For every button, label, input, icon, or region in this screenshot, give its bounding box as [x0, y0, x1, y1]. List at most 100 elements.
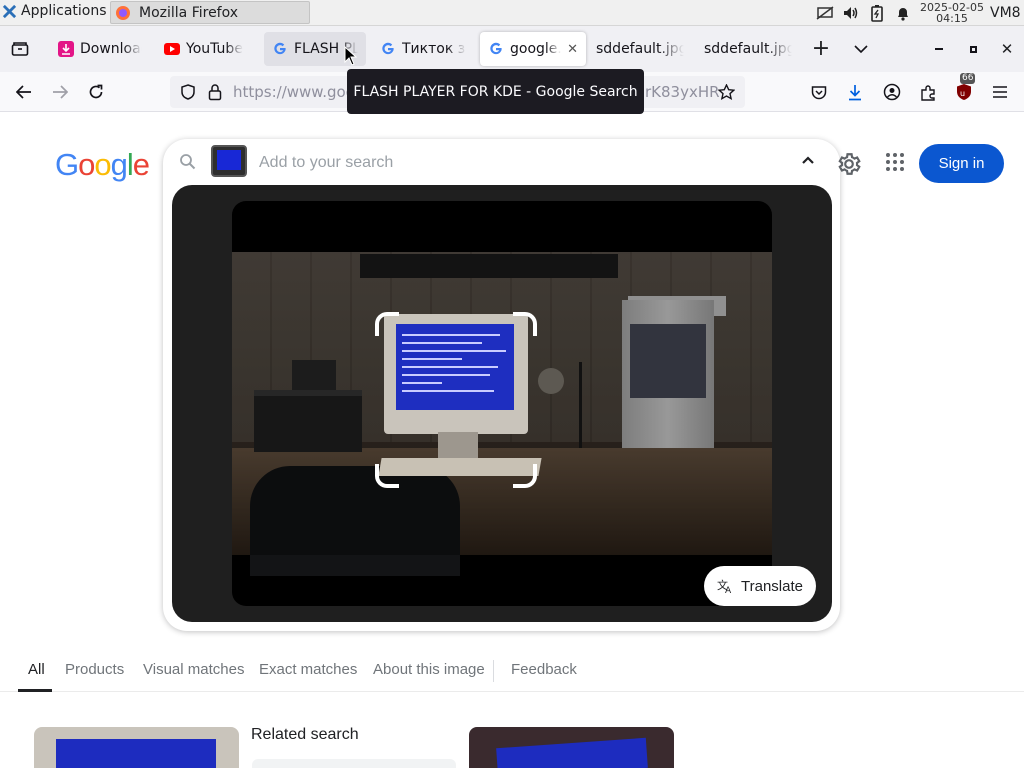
back-button[interactable] [8, 76, 40, 108]
filter-tab-visual-matches[interactable]: Visual matches [143, 661, 244, 678]
extension-badge: 66 [960, 73, 976, 84]
translate-icon: 文A [717, 578, 732, 594]
google-icon [488, 41, 504, 57]
downloads-button[interactable] [839, 76, 871, 108]
maximize-icon [969, 45, 977, 53]
crop-handle-bottom-right[interactable] [513, 464, 537, 488]
maximize-button[interactable] [956, 32, 990, 66]
plus-icon: + [811, 36, 831, 61]
firefox-view-button[interactable] [3, 32, 37, 66]
firefox-icon [116, 5, 130, 20]
chevron-up-icon[interactable] [799, 151, 817, 169]
tab-tooltip: FLASH PLAYER FOR KDE - Google Search [347, 69, 644, 114]
notifications-bell-icon[interactable] [890, 0, 916, 26]
pocket-button[interactable] [803, 76, 835, 108]
crop-handle-top-left[interactable] [375, 312, 399, 336]
minimize-button[interactable] [922, 32, 956, 66]
tab-youtube[interactable]: YouTube [156, 32, 256, 66]
app-menu-button[interactable] [984, 76, 1016, 108]
translate-label: Translate [741, 577, 803, 595]
battery-icon[interactable] [864, 0, 890, 26]
close-icon: ✕ [1000, 40, 1014, 58]
tab-sddefault-1[interactable]: sddefault.jpg [588, 32, 692, 66]
close-window-button[interactable]: ✕ [990, 32, 1024, 66]
search-input[interactable] [259, 151, 779, 175]
tab-downloads[interactable]: Downloads [50, 32, 150, 66]
tab-title: sddefault.jpg [704, 41, 792, 57]
lock-icon[interactable] [208, 83, 222, 101]
hamburger-menu-icon [993, 86, 1007, 98]
crop-handle-bottom-left[interactable] [375, 464, 399, 488]
filter-tab-products[interactable]: Products [65, 661, 124, 678]
reload-button[interactable] [80, 76, 112, 108]
google-icon [380, 41, 396, 57]
mouse-cursor-icon [344, 46, 358, 66]
tab-title: sddefault.jpg [596, 41, 684, 57]
url-text-end: rK83yxHR [645, 83, 720, 101]
filter-tab-about-image[interactable]: About this image [373, 661, 485, 678]
forward-arrow-icon [53, 85, 68, 99]
url-text-start: https://www.goog [233, 83, 365, 101]
desktop-panel: Applications ⋮ Mozilla Firefox 2025-02-0… [0, 0, 1024, 26]
pocket-icon [811, 85, 827, 99]
logo-letter: o [78, 147, 95, 182]
panel-clock[interactable]: 2025-02-05 04:15 [916, 2, 988, 24]
logo-letter: G [55, 147, 79, 182]
taskbar-window-title: Mozilla Firefox [139, 4, 239, 21]
reload-icon [89, 84, 103, 99]
google-icon [272, 41, 288, 57]
tab-google-lens[interactable]: google. ✕ [480, 32, 586, 66]
forward-button[interactable] [44, 76, 76, 108]
youtube-icon [164, 41, 180, 57]
applications-menu[interactable]: Applications ⋮ [2, 3, 125, 19]
applications-label: Applications [21, 3, 107, 19]
list-all-tabs-button[interactable] [844, 32, 878, 66]
ublock-shield-icon: u [957, 84, 971, 100]
puzzle-icon [920, 84, 935, 101]
related-search-item[interactable] [252, 759, 456, 768]
google-apps-grid-icon[interactable] [884, 151, 906, 173]
chevron-down-icon [854, 45, 868, 54]
volume-icon[interactable] [838, 0, 864, 26]
tab-title: Тикток за [402, 41, 466, 57]
result-thumbnail[interactable] [34, 727, 239, 768]
clock-time: 04:15 [936, 12, 968, 25]
tab-bar: Downloads YouTube FLASH PLAYER FOR KDE Т… [0, 26, 1024, 72]
minimize-icon [935, 48, 943, 50]
settings-gear-icon[interactable] [836, 151, 862, 177]
tab-title: YouTube [186, 41, 243, 57]
crop-handle-top-right[interactable] [513, 312, 537, 336]
taskbar-firefox-button[interactable]: Mozilla Firefox [110, 1, 310, 24]
new-tab-button[interactable]: + [804, 32, 838, 66]
uploaded-photo [232, 252, 772, 576]
host-label: VM8 [990, 5, 1021, 21]
close-tab-icon[interactable]: ✕ [567, 42, 578, 57]
tab-tiktok-search[interactable]: Тикток за [372, 32, 474, 66]
logo-letter: o [94, 147, 111, 182]
tracking-shield-icon[interactable] [180, 84, 196, 100]
network-icon[interactable] [812, 0, 838, 26]
result-thumbnail[interactable] [469, 727, 674, 768]
logo-letter: g [110, 147, 128, 182]
sign-in-button[interactable]: Sign in [919, 144, 1004, 183]
tab-sddefault-2[interactable]: sddefault.jpg [696, 32, 800, 66]
tab-title: google. [510, 41, 562, 57]
lens-image-viewer: 文A Translate [172, 185, 832, 622]
download-arrow-icon [849, 84, 861, 100]
logo-letter: e [132, 147, 150, 182]
translate-button[interactable]: 文A Translate [704, 566, 816, 606]
bookmark-star-icon[interactable] [718, 84, 735, 100]
google-logo[interactable]: Google [55, 147, 150, 183]
query-image-thumbnail[interactable] [211, 145, 247, 177]
filter-tab-exact-matches[interactable]: Exact matches [259, 661, 357, 678]
back-arrow-icon [16, 85, 31, 99]
filter-tab-all[interactable]: All [28, 661, 45, 678]
account-icon [883, 83, 901, 101]
crop-selection-box[interactable] [375, 312, 537, 488]
account-button[interactable] [876, 76, 908, 108]
feedback-link[interactable]: Feedback [511, 661, 577, 678]
extensions-button[interactable] [912, 76, 944, 108]
search-icon [180, 154, 196, 170]
image-frame [232, 201, 772, 606]
ublock-origin-button[interactable]: u 66 [948, 73, 980, 108]
